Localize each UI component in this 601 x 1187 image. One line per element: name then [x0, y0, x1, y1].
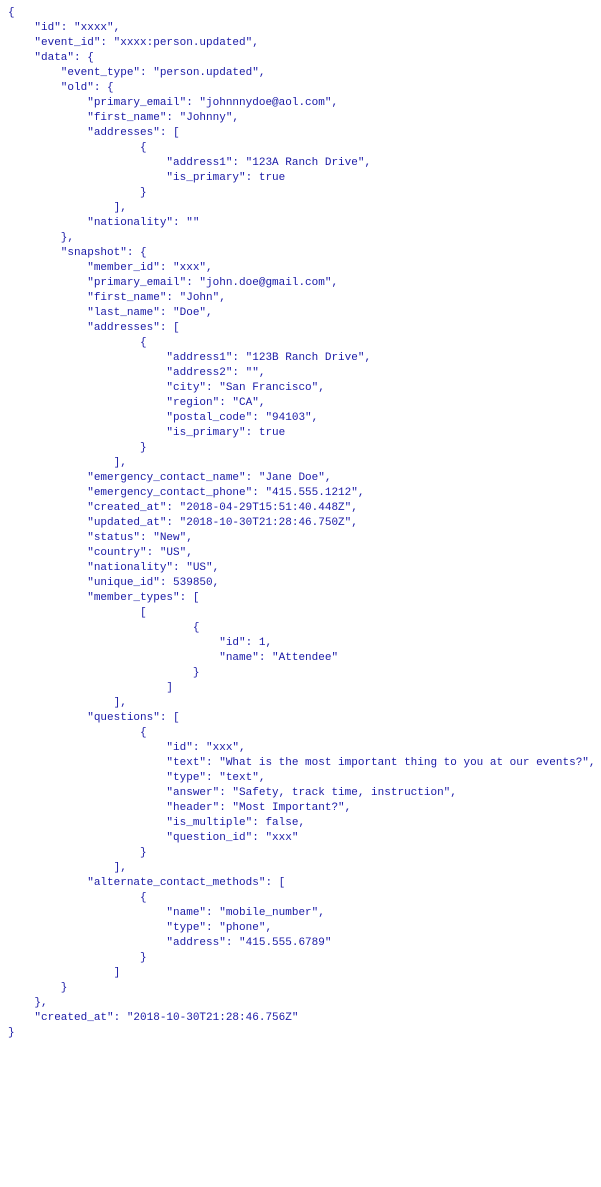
json-code-text: { "id": "xxxx", "event_id": "xxxx:person…: [8, 7, 596, 1039]
json-code-block: { "id": "xxxx", "event_id": "xxxx:person…: [0, 0, 601, 1049]
